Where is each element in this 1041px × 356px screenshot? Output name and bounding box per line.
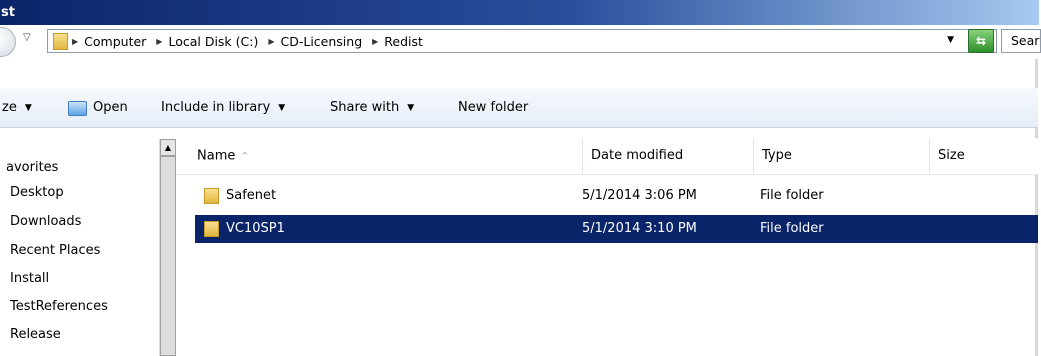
back-icon[interactable] (0, 27, 16, 57)
breadcrumb-item-local-disk[interactable]: ▶ Local Disk (C:) (156, 34, 258, 49)
window-title: st (1, 5, 15, 20)
title-bar[interactable]: st (0, 0, 1039, 25)
file-type: File folder (760, 188, 824, 203)
column-date-modified[interactable]: Date modified (582, 138, 753, 174)
column-name[interactable]: Name ^ (189, 138, 582, 174)
chevron-right-icon[interactable]: ▶ (72, 37, 78, 46)
explorer-window: st ▽ ▶ Computer ▶ Local Disk (C:) ▶ CD-L… (0, 0, 1041, 356)
address-bar[interactable]: ▶ Computer ▶ Local Disk (C:) ▶ CD-Licens… (47, 29, 997, 53)
breadcrumb: ▶ Computer ▶ Local Disk (C:) ▶ CD-Licens… (48, 30, 433, 52)
column-type[interactable]: Type (753, 138, 929, 174)
new-folder-button[interactable]: New folder (458, 88, 528, 128)
file-date: 5/1/2014 3:10 PM (582, 221, 697, 236)
nav-item-desktop[interactable]: Desktop (10, 185, 64, 200)
nav-item-release[interactable]: Release (10, 327, 61, 342)
file-row-vc10sp1[interactable]: VC10SP1 5/1/2014 3:10 PM File folder (195, 215, 1038, 243)
address-bar-row: ▽ ▶ Computer ▶ Local Disk (C:) ▶ CD-Lice… (0, 25, 1041, 59)
chevron-down-icon[interactable]: ▽ (23, 32, 31, 43)
nav-item-install[interactable]: Install (10, 271, 49, 286)
nav-item-favorites[interactable]: avorites (6, 160, 58, 175)
column-header: Name ^ Date modified Type Size (177, 138, 1038, 175)
nav-scrollbar[interactable]: ▲ (159, 139, 176, 356)
folder-icon (204, 220, 219, 237)
chevron-down-icon: ▼ (24, 103, 32, 113)
breadcrumb-item-cd-licensing[interactable]: ▶ CD-Licensing (268, 34, 362, 49)
chevron-right-icon[interactable]: ▶ (268, 37, 274, 46)
include-in-library-button[interactable]: Include in library ▼ (161, 88, 285, 128)
breadcrumb-item-computer[interactable]: ▶ Computer (72, 34, 146, 49)
chevron-right-icon[interactable]: ▶ (372, 37, 378, 46)
sort-ascending-icon: ^ (241, 151, 249, 160)
command-bar: ze ▼ Open Include in library ▼ Share wit… (0, 88, 1038, 128)
nav-item-testreferences[interactable]: TestReferences (10, 299, 108, 314)
scrollbar-thumb[interactable] (160, 156, 176, 356)
organize-button[interactable]: ze ▼ (2, 88, 32, 128)
refresh-icon[interactable]: ⇆ (968, 29, 994, 53)
share-with-button[interactable]: Share with ▼ (330, 88, 414, 128)
column-size[interactable]: Size (929, 138, 1038, 174)
file-name: Safenet (204, 182, 276, 210)
nav-item-downloads[interactable]: Downloads (10, 214, 81, 229)
address-dropdown-icon[interactable]: ▼ (947, 35, 954, 45)
nav-item-recent-places[interactable]: Recent Places (10, 243, 100, 258)
folder-icon (204, 187, 219, 204)
search-input[interactable]: Sear (1001, 29, 1041, 53)
chevron-down-icon: ▼ (278, 103, 286, 113)
folder-icon (53, 32, 68, 50)
open-button[interactable]: Open (68, 88, 128, 128)
open-folder-icon (68, 100, 87, 116)
file-date: 5/1/2014 3:06 PM (582, 188, 697, 203)
chevron-down-icon: ▼ (407, 103, 415, 113)
chevron-right-icon[interactable]: ▶ (156, 37, 162, 46)
file-type: File folder (760, 221, 824, 236)
scroll-up-icon[interactable]: ▲ (160, 139, 176, 156)
file-row-safenet[interactable]: Safenet 5/1/2014 3:06 PM File folder (195, 182, 1038, 210)
file-name: VC10SP1 (204, 215, 285, 243)
navigation-pane: avorites Desktop Downloads Recent Places… (0, 139, 176, 356)
breadcrumb-item-redist[interactable]: ▶ Redist (372, 34, 423, 49)
